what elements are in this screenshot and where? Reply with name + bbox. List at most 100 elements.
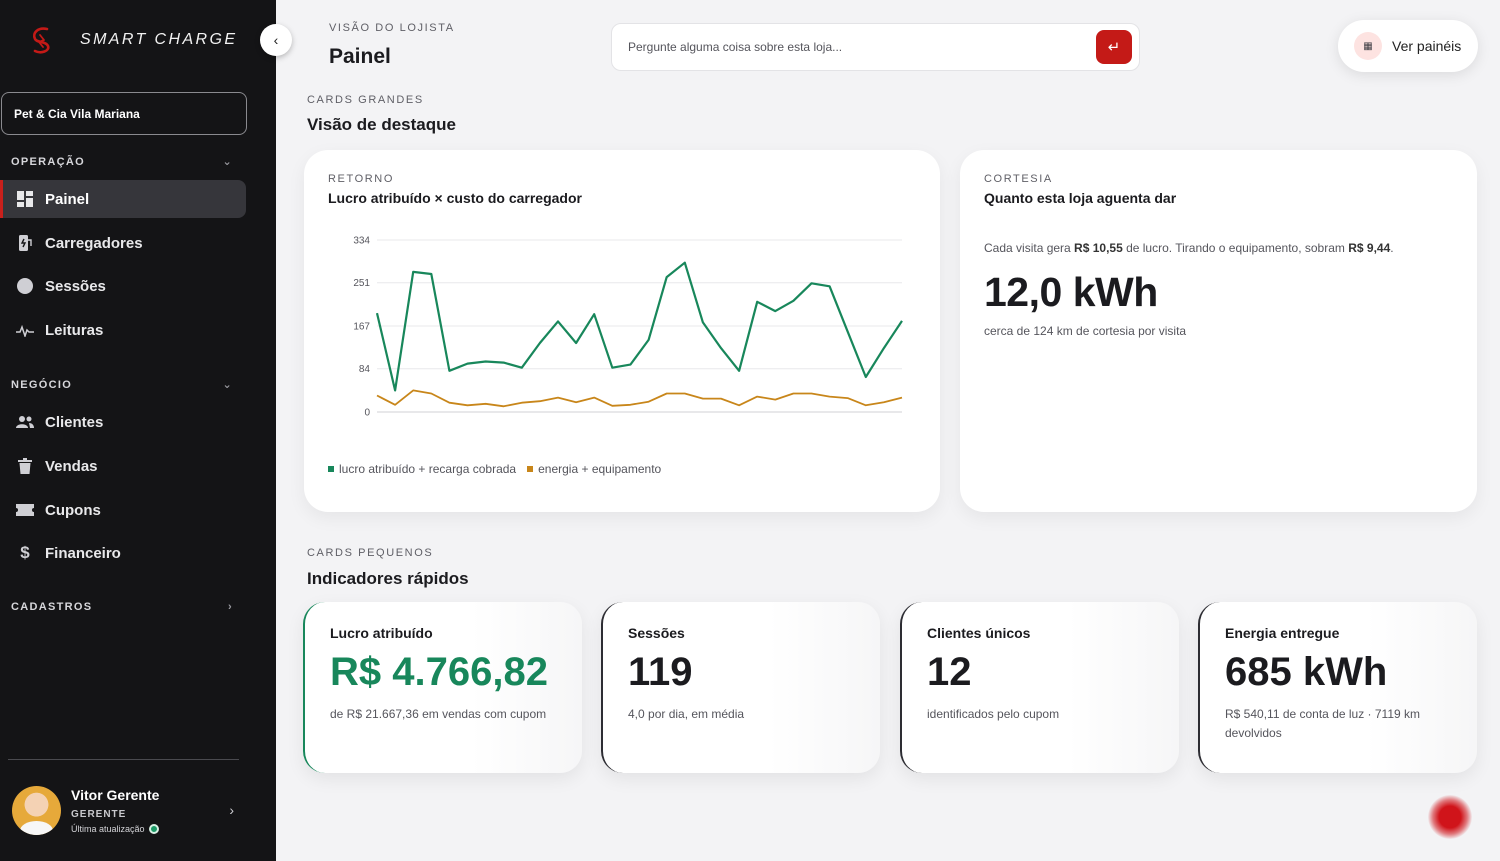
store-selector[interactable]: Pet & Cia Vila Mariana	[1, 92, 247, 135]
small-section-kicker: CARDS PEQUENOS	[307, 547, 434, 559]
kpi-subtext: identificados pelo cupom	[927, 707, 1060, 721]
grid-icon: ▦	[1354, 32, 1382, 60]
sidebar-item-label: Painel	[45, 190, 90, 208]
search-input[interactable]	[628, 40, 1068, 54]
last-update-label: Última atualização	[71, 824, 145, 834]
return-card: RETORNO Lucro atribuído × custo do carre…	[304, 150, 940, 512]
courtesy-text-part: .	[1390, 241, 1394, 255]
chevron-down-icon: ⌄	[222, 156, 233, 168]
sidebar-item-painel[interactable]: Painel	[0, 180, 246, 218]
sidebar-item-cupons[interactable]: Cupons	[0, 491, 246, 529]
avatar	[12, 786, 61, 835]
view-panels-label: Ver painéis	[1392, 38, 1462, 54]
visit-profit-value: R$ 10,55	[1074, 241, 1123, 255]
view-panels-button[interactable]: ▦ Ver painéis	[1338, 20, 1478, 72]
section-negocio[interactable]: NEGÓCIO ⌄	[11, 378, 233, 392]
section-operacao-label: OPERAÇÃO	[11, 155, 85, 168]
pulse-icon	[16, 321, 34, 339]
series-line-cost	[376, 389, 903, 408]
sidebar-item-carregadores[interactable]: Carregadores	[0, 224, 246, 262]
chevron-right-icon: ›	[229, 802, 234, 818]
ticket-icon	[16, 501, 34, 519]
brand[interactable]: SMART CHARGE	[26, 24, 237, 56]
last-update: Última atualização	[71, 824, 159, 834]
users-icon	[16, 413, 34, 431]
sidebar: SMART CHARGE Pet & Cia Vila Mariana OPER…	[0, 0, 276, 861]
kpi-value: 12	[927, 650, 972, 694]
kpi-card-energy: Energia entregue 685 kWh R$ 540,11 de co…	[1198, 602, 1477, 773]
dollar-icon: $	[20, 543, 30, 562]
courtesy-kwh-value: 12,0 kWh	[984, 269, 1158, 315]
kpi-card-clients: Clientes únicos 12 identificados pelo cu…	[900, 602, 1179, 773]
sidebar-item-vendas[interactable]: Vendas	[0, 447, 246, 485]
user-profile[interactable]: Vitor Gerente GERENTE Última atualização…	[12, 786, 238, 835]
y-tick-label: 251	[353, 278, 370, 289]
series-line-profit	[375, 261, 903, 392]
kpi-subtext: de R$ 21.667,36 em vendas com cupom	[330, 707, 547, 721]
sidebar-item-leituras[interactable]: Leituras	[0, 311, 246, 349]
kpi-card-profit: Lucro atribuído R$ 4.766,82 de R$ 21.667…	[303, 602, 582, 773]
big-section-kicker: CARDS GRANDES	[307, 94, 424, 106]
sidebar-item-label: Clientes	[45, 413, 104, 431]
kpi-label: Sessões	[628, 625, 685, 641]
user-role: GERENTE	[71, 809, 127, 820]
search-bar: ↵	[611, 23, 1140, 71]
courtesy-card-kicker: CORTESIA	[984, 173, 1053, 185]
circle-icon	[16, 277, 34, 295]
sidebar-item-label: Leituras	[45, 321, 104, 339]
dashboard-icon	[16, 190, 34, 208]
assistant-fab-button[interactable]	[1428, 795, 1472, 839]
courtesy-text-part: de lucro. Tirando o equipamento, sobram	[1122, 241, 1349, 255]
sidebar-item-sessoes[interactable]: Sessões	[0, 267, 246, 305]
kpi-label: Lucro atribuído	[330, 625, 433, 641]
collapse-sidebar-button[interactable]: ‹	[260, 24, 292, 56]
legend-swatch	[328, 466, 334, 472]
legend-item-profit: lucro atribuído + recarga cobrada	[328, 462, 516, 476]
smart-charge-logo-icon	[32, 27, 50, 54]
sidebar-item-clientes[interactable]: Clientes	[0, 403, 246, 441]
courtesy-text-part: Cada visita gera	[984, 241, 1075, 255]
online-status-dot	[148, 824, 159, 834]
brand-name: SMART CHARGE	[80, 31, 238, 48]
section-negocio-label: NEGÓCIO	[11, 378, 73, 391]
sidebar-item-label: Carregadores	[45, 234, 143, 252]
sidebar-item-label: Vendas	[45, 457, 98, 475]
legend-label: energia + equipamento	[538, 462, 662, 476]
y-tick-label: 84	[359, 364, 371, 375]
kpi-card-sessions: Sessões 119 4,0 por dia, em média	[601, 602, 880, 773]
y-tick-label: 334	[353, 236, 370, 247]
sidebar-item-label: Cupons	[45, 501, 101, 519]
courtesy-card-title: Quanto esta loja aguenta dar	[984, 190, 1177, 206]
legend-swatch	[527, 466, 534, 472]
remaining-value: R$ 9,44	[1348, 241, 1391, 255]
big-section-title: Visão de destaque	[307, 115, 456, 134]
page-kicker: VISÃO DO LOJISTA	[329, 22, 455, 34]
courtesy-subtext: cerca de 124 km de cortesia por visita	[984, 324, 1187, 338]
page-title: Painel	[329, 45, 391, 68]
sidebar-divider	[8, 759, 239, 760]
kpi-subtext: 4,0 por dia, em média	[628, 707, 745, 721]
chevron-right-icon: ›	[228, 601, 233, 613]
kpi-value: 685 kWh	[1225, 650, 1388, 694]
chevron-down-icon: ⌄	[222, 379, 233, 391]
enter-icon: ↵	[1107, 39, 1121, 56]
sidebar-item-financeiro[interactable]: $ Financeiro	[0, 534, 246, 572]
y-tick-label: 0	[364, 408, 370, 419]
kpi-label: Energia entregue	[1225, 625, 1340, 641]
sidebar-item-label: Financeiro	[45, 544, 121, 562]
chart-legend: lucro atribuído + recarga cobrada energi…	[328, 462, 672, 476]
section-cadastros[interactable]: CADASTROS ›	[11, 601, 233, 613]
small-section-title: Indicadores rápidos	[307, 569, 469, 588]
search-submit-button[interactable]: ↵	[1096, 30, 1132, 64]
courtesy-card: CORTESIA Quanto esta loja aguenta dar Ca…	[960, 150, 1477, 512]
charger-icon	[16, 234, 34, 252]
kpi-subtext: R$ 540,11 de conta de luz · 7119 km devo…	[1225, 707, 1421, 740]
user-name: Vitor Gerente	[71, 787, 160, 803]
section-operacao[interactable]: OPERAÇÃO ⌄	[11, 155, 233, 169]
kpi-value: R$ 4.766,82	[330, 650, 548, 694]
return-line-chart: 0 84 167 251 334	[353, 236, 903, 419]
sidebar-item-label: Sessões	[45, 277, 106, 295]
section-cadastros-label: CADASTROS	[11, 601, 93, 613]
legend-label: lucro atribuído + recarga cobrada	[339, 462, 517, 476]
courtesy-description: Cada visita gera R$ 10,55 de lucro. Tira…	[984, 241, 1394, 255]
